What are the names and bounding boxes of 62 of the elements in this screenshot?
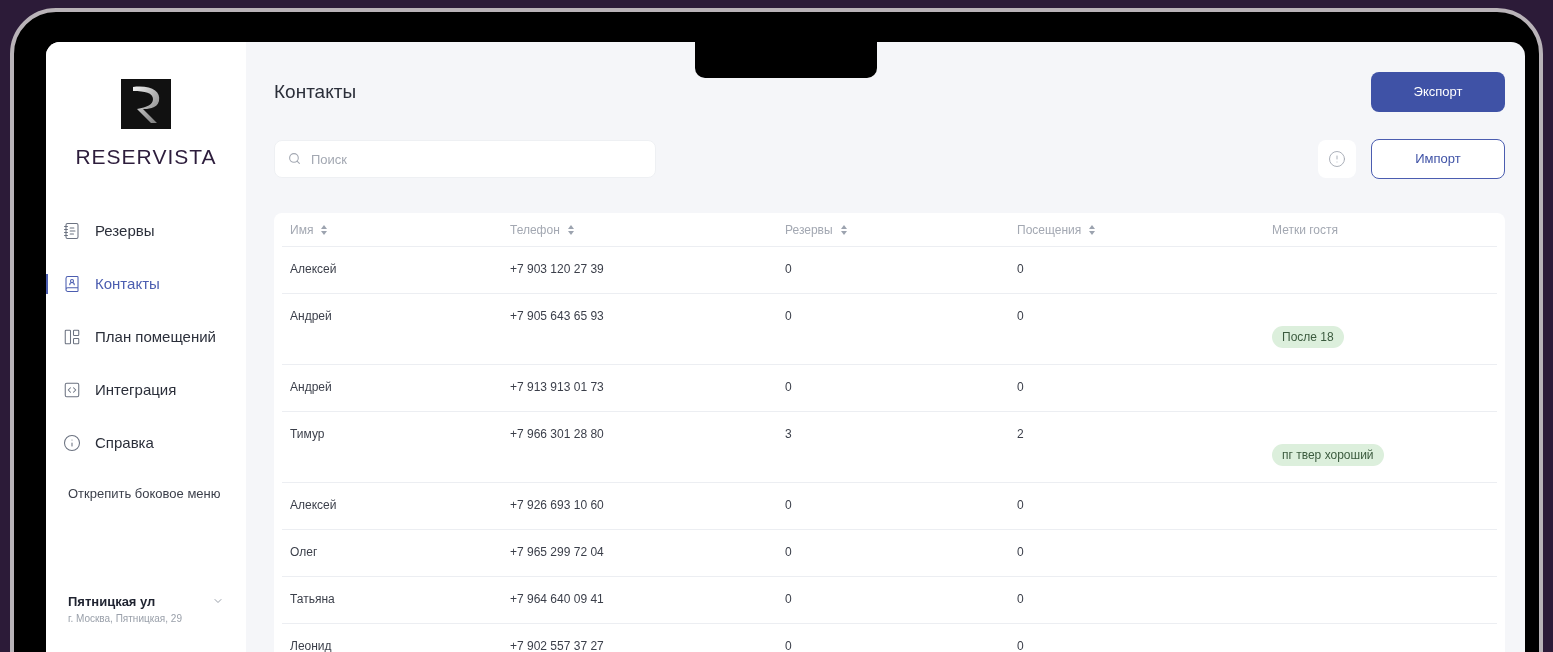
table-cell: 0 — [785, 498, 792, 512]
table-cell: Олег — [290, 545, 318, 559]
table-cell: Леонид — [290, 639, 332, 652]
guest-tag: пг твер хороший — [1272, 444, 1384, 466]
table-cell: 0 — [1017, 262, 1024, 276]
table-cell: Татьяна — [290, 592, 335, 606]
export-button[interactable]: Экспорт — [1371, 72, 1505, 112]
unpin-sidebar-link[interactable]: Открепить боковое меню — [68, 483, 246, 503]
table-cell: 0 — [1017, 592, 1024, 606]
table-cell: 2 — [1017, 427, 1024, 441]
table-cell: 0 — [785, 309, 792, 323]
sidebar-item[interactable]: План помещений — [63, 325, 216, 349]
info-button[interactable] — [1318, 140, 1356, 178]
table-cell: +7 964 640 09 41 — [510, 592, 604, 606]
table-cell: +7 903 120 27 39 — [510, 262, 604, 276]
search-field[interactable]: Поиск — [274, 140, 656, 178]
table-cell: 0 — [785, 545, 792, 559]
table-cell: +7 913 913 01 73 — [510, 380, 604, 394]
code-window-icon — [63, 381, 81, 399]
sidebar-item[interactable]: Интеграция — [63, 378, 177, 402]
sidebar-item[interactable]: Резервы — [63, 219, 155, 243]
search-icon — [288, 152, 301, 165]
active-indicator — [46, 273, 48, 294]
location-address: г. Москва, Пятницкая, 29 — [68, 612, 182, 626]
table-cell: 3 — [785, 427, 792, 441]
sort-icon[interactable] — [321, 224, 328, 235]
table-cell: +7 926 693 10 60 — [510, 498, 604, 512]
sort-icon[interactable] — [1089, 224, 1096, 235]
table-cell: Алексей — [290, 498, 337, 512]
location-name[interactable]: Пятницкая ул — [68, 591, 182, 611]
info-icon — [63, 434, 81, 452]
table-cell: 0 — [785, 639, 792, 652]
table-cell: Тимур — [290, 427, 325, 441]
table-cell: 0 — [785, 380, 792, 394]
import-button[interactable]: Импорт — [1371, 139, 1505, 179]
column-header: Метки гостя — [1272, 221, 1338, 239]
table-cell: Андрей — [290, 380, 332, 394]
table-cell: +7 966 301 28 80 — [510, 427, 604, 441]
sidebar-item[interactable]: Контакты — [63, 272, 160, 296]
sidebar-item[interactable]: Справка — [63, 431, 154, 455]
table-cell: +7 902 557 37 27 — [510, 639, 604, 652]
page-title: Контакты — [274, 80, 357, 104]
table-cell: +7 905 643 65 93 — [510, 309, 604, 323]
sort-icon[interactable] — [567, 224, 574, 235]
table-cell: 0 — [1017, 639, 1024, 652]
table-cell: Алексей — [290, 262, 337, 276]
table-cell: 0 — [1017, 545, 1024, 559]
guest-tag: После 18 — [1272, 326, 1344, 348]
floor-plan-icon — [63, 328, 81, 346]
contact-book-icon — [63, 275, 81, 293]
notepad-icon — [63, 222, 81, 240]
alert-icon — [1328, 150, 1346, 168]
brand-name: RESERVISTA — [75, 144, 217, 170]
logo-icon — [121, 79, 171, 129]
sort-icon[interactable] — [840, 224, 847, 235]
table-cell: 0 — [1017, 498, 1024, 512]
table-cell: 0 — [1017, 380, 1024, 394]
table-cell: Андрей — [290, 309, 332, 323]
table-cell: +7 965 299 72 04 — [510, 545, 604, 559]
table-cell: 0 — [785, 262, 792, 276]
table-cell: 0 — [1017, 309, 1024, 323]
table-cell: 0 — [785, 592, 792, 606]
